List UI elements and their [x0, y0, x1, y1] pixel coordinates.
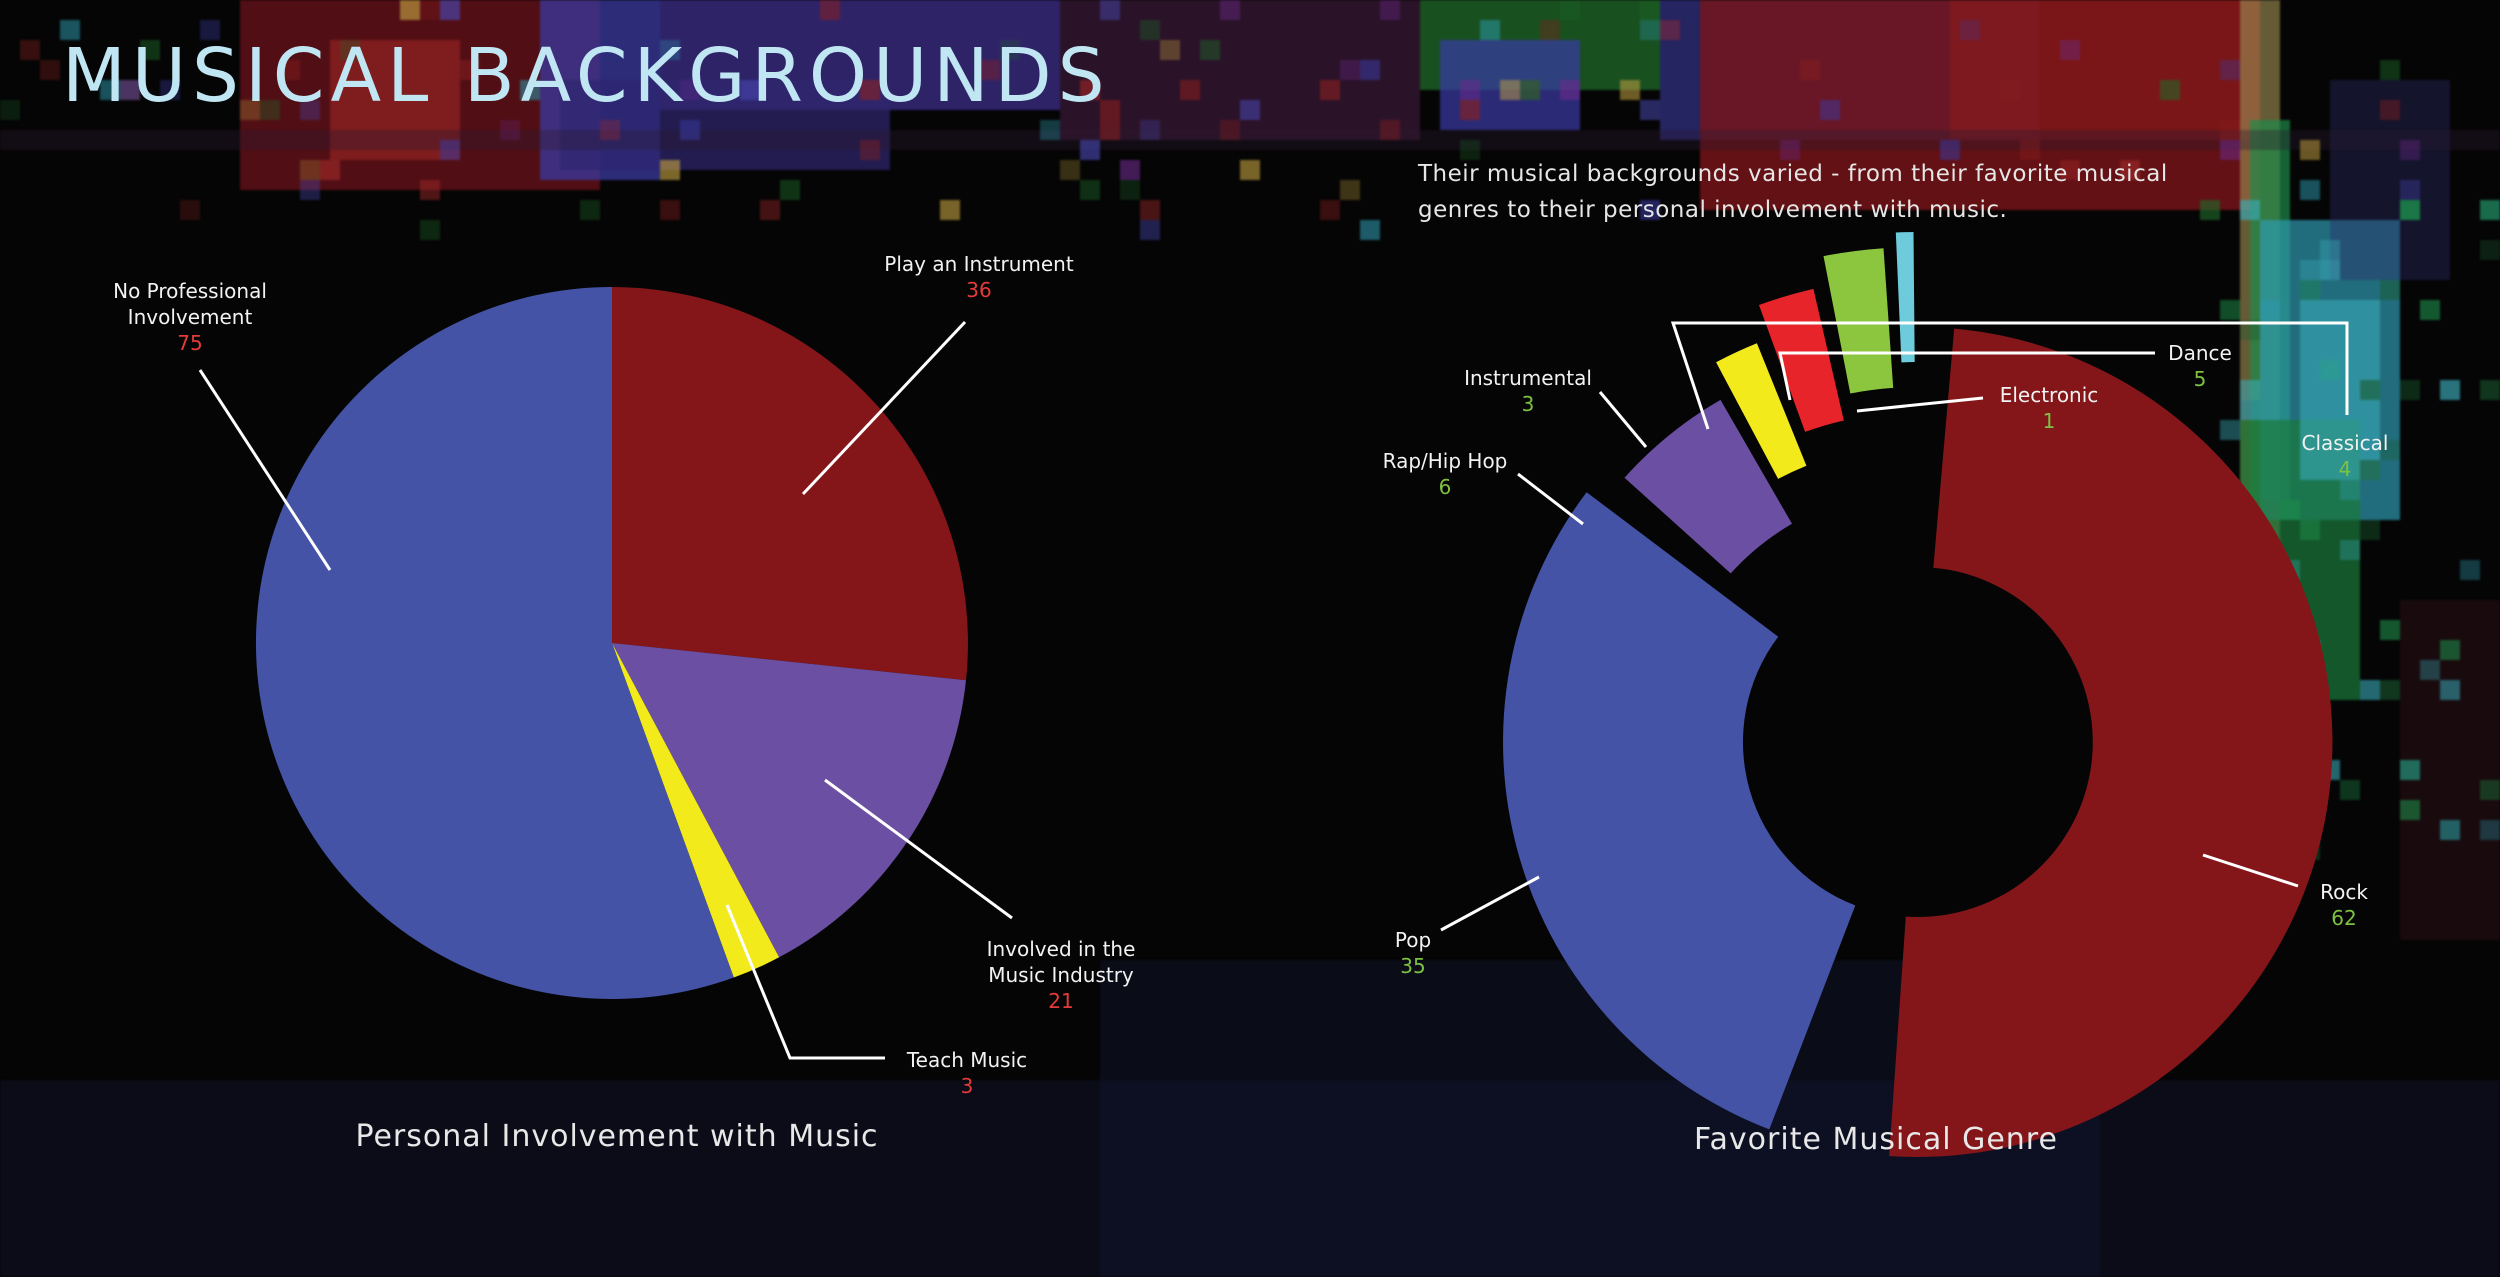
- genre-value-dance: 5: [2194, 367, 2207, 391]
- genre-value-classical: 4: [2339, 457, 2352, 481]
- pie-label-no-professional-involvement: No Professional Involvement 75: [113, 279, 267, 355]
- genre-value-electronic: 1: [2043, 409, 2056, 433]
- genre-bar-rock: [1889, 328, 2333, 1157]
- pie-label-involved-in-the-music-industry: Involved in the Music Industry 21: [987, 937, 1136, 1013]
- genre-bar-pop: [1503, 492, 1856, 1130]
- genre-bar-electronic: [1895, 232, 1915, 363]
- pie-label-teach-music: Teach Music 3: [906, 1048, 1027, 1098]
- genre-chart-title: Favorite Musical Genre: [1694, 1122, 2058, 1157]
- charts-canvas: Play an Instrument 36 Involved in the Music…: [113, 232, 2389, 1157]
- pie-slice-play-an-instrument: [612, 287, 968, 681]
- pie-value-play-an-instrument: 36: [966, 278, 991, 302]
- pie-value-no-professional-involvement: 75: [177, 331, 202, 355]
- genre-label-classical: Classical 4: [2302, 431, 2389, 481]
- genre-label-rap-hip-hop: Rap/Hip Hop 6: [1383, 449, 1508, 499]
- genre-label-pop: Pop 35: [1395, 928, 1431, 978]
- leader-line-instrumental: [1598, 391, 1648, 448]
- pie-value-teach-music: 3: [961, 1074, 974, 1098]
- genre-bar-dance: [1823, 248, 1894, 394]
- genre-value-rap-hip-hop: 6: [1439, 475, 1452, 499]
- involvement-chart-title: Personal Involvement with Music: [355, 1119, 878, 1154]
- genre-value-instrumental: 3: [1522, 392, 1535, 416]
- genre-label-rock: Rock 62: [2320, 880, 2368, 930]
- genre-radial-chart: Rock 62 Pop 35 Rap/Hip Hop 6 Instrumental 3 Clas…: [1383, 232, 2389, 1157]
- genre-value-pop: 35: [1400, 954, 1425, 978]
- pie-label-play-an-instrument: Play an Instrument 36: [884, 252, 1074, 302]
- genre-value-rock: 62: [2331, 906, 2356, 930]
- pie-value-involved-in-the-music-industry: 21: [1048, 989, 1073, 1013]
- genre-label-instrumental: Instrumental 3: [1464, 366, 1592, 416]
- involvement-pie-chart: Play an Instrument 36 Involved in the Music…: [113, 252, 1135, 1098]
- genre-label-dance: Dance 5: [2168, 341, 2232, 391]
- leader-line-rap-hip-hop: [1517, 472, 1584, 526]
- leader-line-pop: [1440, 875, 1540, 932]
